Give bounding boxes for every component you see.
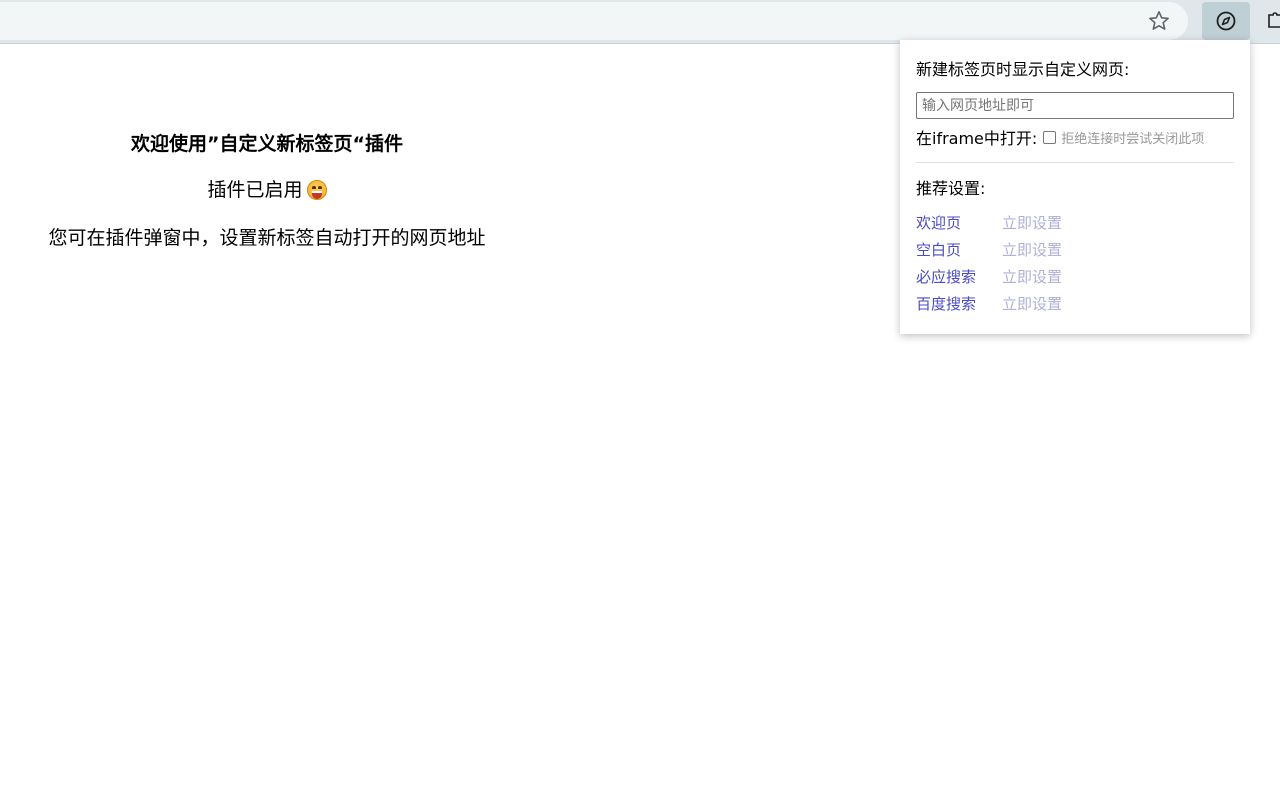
- enabled-text: 插件已启用: [207, 179, 303, 201]
- iframe-option-row: 在iframe中打开: 拒绝连接时尝试关闭此项: [916, 126, 1234, 148]
- page-title: 欢迎使用”自定义新标签页“插件: [131, 133, 403, 155]
- recommend-heading: 推荐设置:: [916, 179, 986, 198]
- recommend-name-link[interactable]: 必应搜索: [916, 266, 1002, 287]
- puzzle-icon[interactable]: [1266, 9, 1280, 33]
- url-input[interactable]: [916, 92, 1234, 119]
- set-now-link[interactable]: 立即设置: [1002, 293, 1062, 314]
- address-bar[interactable]: [0, 2, 1188, 40]
- compass-icon: [1216, 11, 1236, 31]
- recommend-name-link[interactable]: 百度搜索: [916, 293, 1002, 314]
- extension-button[interactable]: [1202, 2, 1250, 40]
- set-now-link[interactable]: 立即设置: [1002, 212, 1062, 233]
- star-outline-icon[interactable]: [1147, 9, 1171, 33]
- iframe-checkbox-label[interactable]: 拒绝连接时尝试关闭此项: [1061, 128, 1204, 147]
- set-now-link[interactable]: 立即设置: [1002, 239, 1062, 260]
- recommend-item-blank: 空白页 立即设置: [916, 236, 1234, 263]
- recommend-item-welcome: 欢迎页 立即设置: [916, 209, 1234, 236]
- recommend-item-bing: 必应搜索 立即设置: [916, 263, 1234, 290]
- extension-popup: 新建标签页时显示自定义网页: 在iframe中打开: 拒绝连接时尝试关闭此项 推…: [900, 40, 1250, 334]
- divider: [916, 162, 1234, 163]
- recommend-list: 欢迎页 立即设置 空白页 立即设置 必应搜索 立即设置 百度搜索 立即设置: [916, 209, 1234, 317]
- grinning-face-emoji-icon: [306, 180, 327, 200]
- enabled-status: 插件已启用: [0, 178, 534, 202]
- iframe-label: 在iframe中打开:: [916, 129, 1038, 148]
- recommend-item-baidu: 百度搜索 立即设置: [916, 290, 1234, 317]
- browser-toolbar: [0, 0, 1280, 44]
- recommend-name-link[interactable]: 欢迎页: [916, 212, 1002, 233]
- recommend-name-link[interactable]: 空白页: [916, 239, 1002, 260]
- popup-heading: 新建标签页时显示自定义网页:: [916, 60, 1130, 79]
- welcome-content: 欢迎使用”自定义新标签页“插件 插件已启用 您可在插件弹窗中，设置新标签自动打开…: [0, 120, 534, 250]
- hint-text: 您可在插件弹窗中，设置新标签自动打开的网页地址: [48, 227, 486, 249]
- iframe-checkbox[interactable]: [1043, 130, 1057, 144]
- set-now-link[interactable]: 立即设置: [1002, 266, 1062, 287]
